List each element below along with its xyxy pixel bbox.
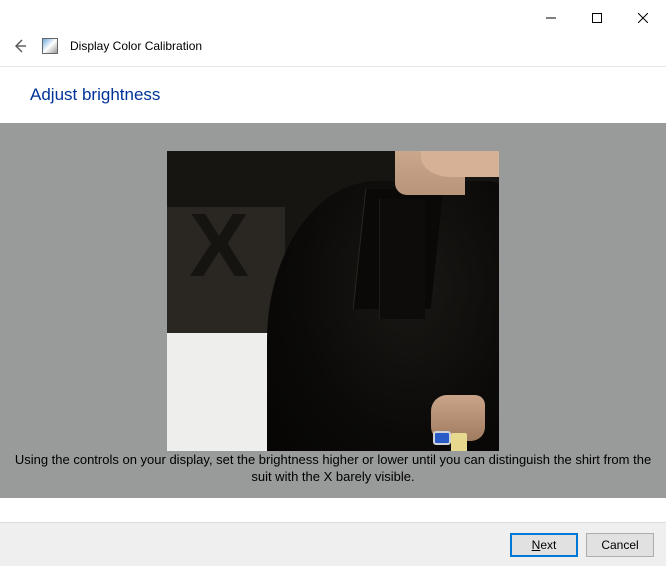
sample-shirt — [379, 199, 425, 319]
next-button-rest: ext — [540, 538, 556, 552]
minimize-button[interactable] — [528, 4, 574, 32]
window-title: Display Color Calibration — [70, 39, 202, 53]
next-button[interactable]: Next — [510, 533, 578, 557]
back-arrow-icon[interactable] — [10, 36, 30, 56]
sample-pen-yellow — [451, 433, 467, 451]
header-bar: Display Color Calibration — [0, 32, 666, 67]
window-titlebar — [0, 0, 666, 32]
cancel-button[interactable]: Cancel — [586, 533, 654, 557]
maximize-button[interactable] — [574, 4, 620, 32]
sample-chin — [421, 151, 499, 177]
page-heading: Adjust brightness — [0, 67, 666, 123]
footer-bar: Next Cancel — [0, 522, 666, 566]
sample-pen-blue — [433, 431, 451, 445]
sample-x-mark: X — [189, 195, 249, 298]
content-area: X Using the controls on your display, se… — [0, 123, 666, 498]
close-button[interactable] — [620, 4, 666, 32]
instruction-text: Using the controls on your display, set … — [0, 451, 666, 486]
brightness-sample-image: X — [167, 151, 499, 451]
app-icon — [42, 38, 58, 54]
